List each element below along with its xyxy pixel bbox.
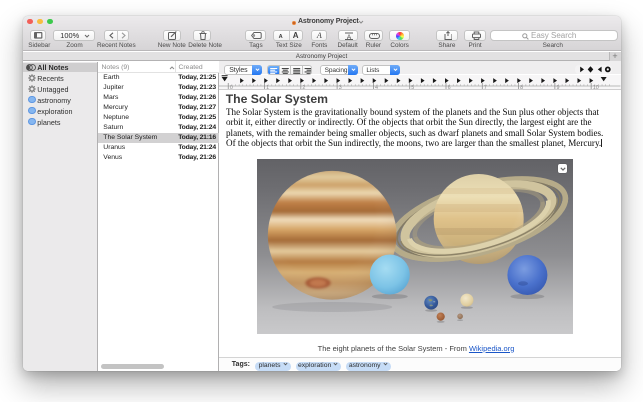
svg-text:10: 10 bbox=[593, 84, 599, 89]
svg-text:6: 6 bbox=[448, 84, 451, 89]
svg-text:8: 8 bbox=[520, 84, 523, 89]
svg-text:A: A bbox=[346, 33, 351, 39]
svg-text:5: 5 bbox=[411, 84, 414, 89]
svg-text:1: 1 bbox=[266, 84, 269, 89]
svg-text:3: 3 bbox=[339, 84, 342, 89]
svg-text:0: 0 bbox=[230, 84, 233, 89]
svg-text:2: 2 bbox=[302, 84, 305, 89]
svg-text:7: 7 bbox=[484, 84, 487, 89]
svg-text:4: 4 bbox=[375, 84, 378, 89]
svg-text:9: 9 bbox=[556, 84, 559, 89]
